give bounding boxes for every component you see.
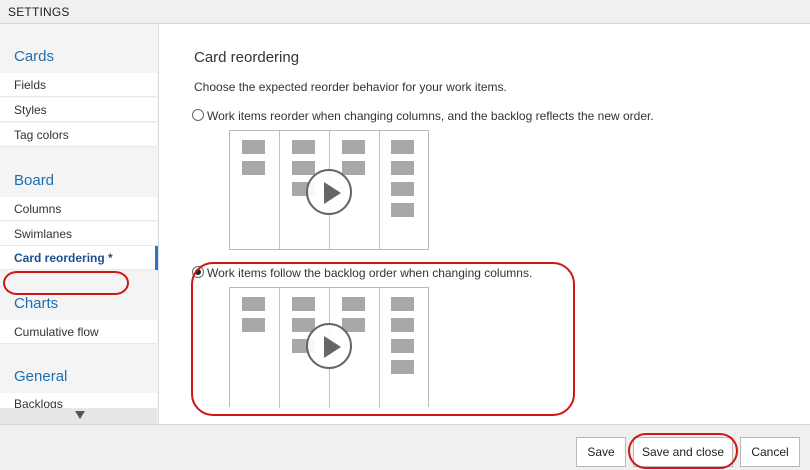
board-card xyxy=(391,161,414,175)
sidebar-item-card-reordering[interactable]: Card reordering * xyxy=(0,246,158,270)
board-card xyxy=(292,140,315,154)
sidebar-item-swimlanes[interactable]: Swimlanes xyxy=(0,222,157,246)
dialog-footer: Save Save and close Cancel xyxy=(0,424,810,470)
page-description: Choose the expected reorder behavior for… xyxy=(194,80,507,94)
selection-indicator xyxy=(155,246,158,270)
dialog-titlebar: SETTINGS xyxy=(0,0,810,24)
page-title: Card reordering xyxy=(194,49,300,66)
board-card xyxy=(242,161,265,175)
board-card xyxy=(292,161,315,175)
settings-content: Card reordering Choose the expected reor… xyxy=(160,24,810,424)
reorder-option-1[interactable]: Work items reorder when changing columns… xyxy=(192,109,654,123)
sidebar-scroll-area[interactable]: Cards Fields Styles Tag colors Board Col… xyxy=(0,24,158,409)
save-button[interactable]: Save xyxy=(576,437,626,467)
board-card xyxy=(391,203,414,217)
sidebar-item-cumulative-flow[interactable]: Cumulative flow xyxy=(0,320,157,344)
option-1-label: Work items reorder when changing columns… xyxy=(207,109,654,123)
sidebar-item-tag-colors[interactable]: Tag colors xyxy=(0,123,157,147)
play-video-button[interactable] xyxy=(306,169,352,215)
annotation-highlight-oval xyxy=(191,262,575,416)
play-icon xyxy=(324,182,341,204)
board-card xyxy=(342,140,365,154)
board-card xyxy=(391,140,414,154)
sidebar-item-styles[interactable]: Styles xyxy=(0,98,157,122)
settings-sidebar: Cards Fields Styles Tag colors Board Col… xyxy=(0,24,159,424)
cancel-button[interactable]: Cancel xyxy=(740,437,800,467)
sidebar-item-fields[interactable]: Fields xyxy=(0,73,157,97)
radio-button-option-1[interactable] xyxy=(192,109,204,121)
sidebar-header-board: Board xyxy=(14,172,55,189)
sidebar-item-backlogs[interactable]: Backlogs xyxy=(0,393,157,409)
sidebar-header-general: General xyxy=(14,368,68,385)
annotation-highlight-oval xyxy=(3,271,129,295)
sidebar-item-columns[interactable]: Columns xyxy=(0,197,157,221)
sidebar-scroll-down-button[interactable] xyxy=(0,409,157,424)
board-column-divider xyxy=(379,131,380,249)
option-1-board-illustration xyxy=(229,130,429,250)
sidebar-header-cards: Cards xyxy=(14,48,55,65)
board-card xyxy=(242,140,265,154)
triangle-down-icon xyxy=(75,411,85,419)
sidebar-header-charts: Charts xyxy=(14,295,59,312)
board-card xyxy=(342,161,365,175)
dialog-title: SETTINGS xyxy=(8,5,70,19)
annotation-highlight-oval xyxy=(628,433,738,469)
board-column-divider xyxy=(279,131,280,249)
board-card xyxy=(391,182,414,196)
sidebar-item-label: Card reordering * xyxy=(14,251,113,265)
